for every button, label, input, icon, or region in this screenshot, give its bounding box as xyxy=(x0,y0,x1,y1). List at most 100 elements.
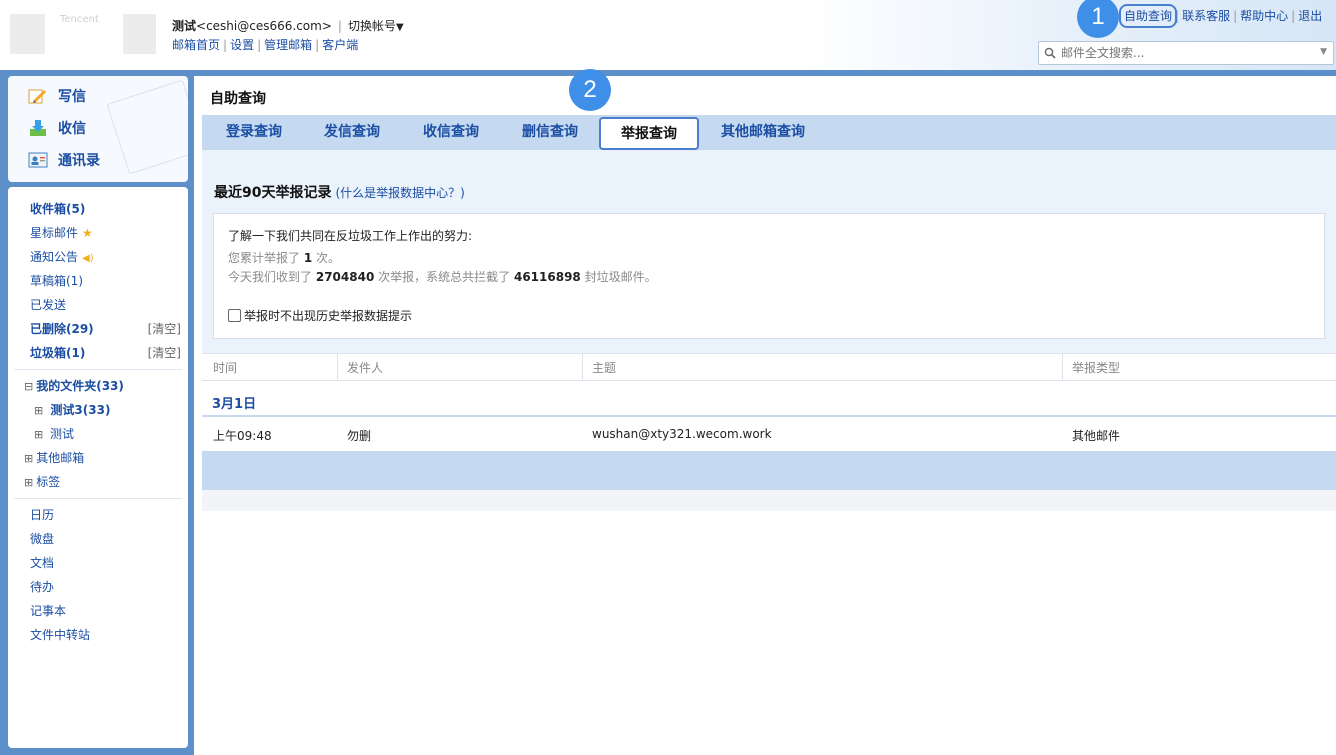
folder-label: 星标邮件 xyxy=(30,226,79,240)
contacts-label: 通讯录 xyxy=(58,153,100,169)
column-sender[interactable]: 发件人 xyxy=(347,359,383,376)
separator: | xyxy=(315,38,320,52)
folder-label: 测试3(33) xyxy=(50,403,111,417)
logo xyxy=(10,14,45,54)
column-divider xyxy=(1062,354,1063,381)
receive-label: 收信 xyxy=(58,121,86,137)
tab-received-query[interactable]: 收信查询 xyxy=(423,121,479,141)
hide-history-checkbox[interactable] xyxy=(228,309,241,322)
contacts-button[interactable]: 通讯录 xyxy=(28,150,100,170)
folder-test[interactable]: ⊞ 测试 xyxy=(8,422,188,446)
top-right-links: 自助查询 | 联系客服 | 帮助中心 | 退出 xyxy=(1118,4,1322,28)
expand-icon[interactable]: ⊞ xyxy=(24,452,33,465)
table-row[interactable]: 上午09:48 勿删 wushan@xty321.wecom.work 其他邮件 xyxy=(202,417,1336,451)
app-file-transfer[interactable]: 文件中转站 xyxy=(8,623,188,647)
column-divider xyxy=(582,354,583,381)
column-subject[interactable]: 主题 xyxy=(592,359,616,376)
folder-sent[interactable]: 已发送 xyxy=(8,293,188,317)
switch-account-button[interactable]: 切换帐号▼ xyxy=(348,19,404,33)
report-summary-section: 最近90天举报记录 (什么是举报数据中心？) 了解一下我们共同在反垃圾工作上作出的… xyxy=(202,150,1336,353)
text: 今天我们收到了 xyxy=(228,270,313,284)
folder-my-folders[interactable]: ⊟ 我的文件夹(33) xyxy=(8,374,188,398)
folder-notices[interactable]: 通知公告 ◀) xyxy=(8,245,188,269)
app-drive[interactable]: 微盘 xyxy=(8,527,188,551)
pencil-icon xyxy=(28,89,46,104)
fulltext-search[interactable]: ▼ xyxy=(1038,41,1334,65)
text: 封垃圾邮件。 xyxy=(584,270,657,284)
daily-reports-value: 2704840 xyxy=(315,270,375,284)
expand-icon[interactable]: ⊞ xyxy=(24,476,33,489)
folder-label: 收件箱(5) xyxy=(30,202,86,216)
app-notes[interactable]: 记事本 xyxy=(8,599,188,623)
clear-spam-button[interactable]: [清空] xyxy=(148,341,181,365)
app-calendar[interactable]: 日历 xyxy=(8,503,188,527)
clear-deleted-button[interactable]: [清空] xyxy=(148,317,181,341)
caret-down-icon: ▼ xyxy=(395,22,404,33)
tab-sent-query[interactable]: 发信查询 xyxy=(324,121,380,141)
separator: | xyxy=(337,19,342,33)
report-center-help-link[interactable]: (什么是举报数据中心？) xyxy=(335,186,464,200)
logo-mark xyxy=(123,14,156,54)
star-icon: ★ xyxy=(82,226,93,240)
tab-login-query[interactable]: 登录查询 xyxy=(226,121,282,141)
folder-label: 我的文件夹(33) xyxy=(36,379,124,393)
user-report-count: 您累计举报了 1 次。 xyxy=(228,249,340,266)
expand-icon[interactable]: ⊞ xyxy=(34,428,43,441)
collapse-icon[interactable]: ⊟ xyxy=(24,380,33,393)
app-label: 日历 xyxy=(30,508,55,522)
compose-button[interactable]: 写信 xyxy=(28,86,86,106)
app-todo[interactable]: 待办 xyxy=(8,575,188,599)
quick-actions-panel: 写信 收信 通讯录 xyxy=(8,76,188,182)
folder-label: 测试 xyxy=(50,427,75,441)
text: 您累计举报了 xyxy=(228,251,301,265)
stats-lead: 了解一下我们共同在反垃圾工作上作出的努力: xyxy=(228,229,473,243)
folder-spam[interactable]: 垃圾箱(1) [清空] xyxy=(8,341,188,365)
folder-tags[interactable]: ⊞ 标签 xyxy=(8,470,188,494)
column-time[interactable]: 时间 xyxy=(213,359,237,376)
cell-subject: wushan@xty321.wecom.work xyxy=(592,427,772,441)
logo-text: Tencent xyxy=(60,14,99,25)
table-bottom-strip xyxy=(202,490,1336,511)
receive-mail-button[interactable]: 收信 xyxy=(28,118,86,138)
folder-inbox[interactable]: 收件箱(5) xyxy=(8,197,188,221)
search-input[interactable] xyxy=(1059,45,1299,61)
separator: | xyxy=(1291,9,1296,23)
compose-label: 写信 xyxy=(58,89,86,105)
nav-client-link[interactable]: 客户端 xyxy=(322,38,358,52)
nav-admin-link[interactable]: 管理邮箱 xyxy=(264,38,312,52)
folder-deleted[interactable]: 已删除(29) [清空] xyxy=(8,317,188,341)
top-nav: 邮箱首页 | 设置 | 管理邮箱 | 客户端 xyxy=(172,36,358,53)
expand-icon[interactable]: ⊞ xyxy=(34,404,43,417)
cell-sender: 勿删 xyxy=(347,429,372,443)
records-heading: 最近90天举报记录 (什么是举报数据中心？) xyxy=(214,182,465,202)
nav-settings-link[interactable]: 设置 xyxy=(230,38,254,52)
logout-link[interactable]: 退出 xyxy=(1298,9,1322,23)
hide-history-prompt-option[interactable]: 举报时不出现历史举报数据提示 xyxy=(228,307,412,324)
folder-list: 收件箱(5) 星标邮件 ★ 通知公告 ◀) 草稿箱(1) 已发送 已删除(29) [清… xyxy=(8,187,188,748)
envelope-decoration xyxy=(106,79,188,175)
query-tabs: 登录查询 发信查询 收信查询 删信查询 举报查询 其他邮箱查询 xyxy=(202,115,1336,150)
contact-support-link[interactable]: 联系客服 xyxy=(1182,9,1230,23)
folder-test3[interactable]: ⊞ 测试3(33) xyxy=(8,398,188,422)
app-docs[interactable]: 文档 xyxy=(8,551,188,575)
top-header: Tencent 测试<ceshi@ces666.com> | 切换帐号▼ 邮箱首页 |… xyxy=(0,0,1336,70)
table-header: 时间 发件人 主题 举报类型 xyxy=(202,353,1336,381)
folder-drafts[interactable]: 草稿箱(1) xyxy=(8,269,188,293)
column-report-type[interactable]: 举报类型 xyxy=(1072,359,1120,376)
folder-starred[interactable]: 星标邮件 ★ xyxy=(8,221,188,245)
help-center-link[interactable]: 帮助中心 xyxy=(1240,9,1288,23)
search-dropdown-icon[interactable]: ▼ xyxy=(1320,47,1327,57)
nav-mail-home-link[interactable]: 邮箱首页 xyxy=(172,38,220,52)
self-service-query-link[interactable]: 自助查询 xyxy=(1118,4,1178,28)
account-line: 测试<ceshi@ces666.com> | 切换帐号▼ xyxy=(172,17,404,34)
table-footer-band xyxy=(202,451,1336,490)
step-marker-2: 2 xyxy=(569,69,611,111)
main-panel: 自助查询 登录查询 发信查询 收信查询 删信查询 举报查询 其他邮箱查询 最近9… xyxy=(194,76,1336,755)
tab-report-query[interactable]: 举报查询 xyxy=(599,117,699,150)
folder-other-mailboxes[interactable]: ⊞ 其他邮箱 xyxy=(8,446,188,470)
tab-deleted-query[interactable]: 删信查询 xyxy=(522,121,578,141)
folder-label: 其他邮箱 xyxy=(36,451,85,465)
tab-other-mailbox-query[interactable]: 其他邮箱查询 xyxy=(721,121,805,141)
column-divider xyxy=(337,354,338,381)
account-email: <ceshi@ces666.com> xyxy=(196,19,332,33)
